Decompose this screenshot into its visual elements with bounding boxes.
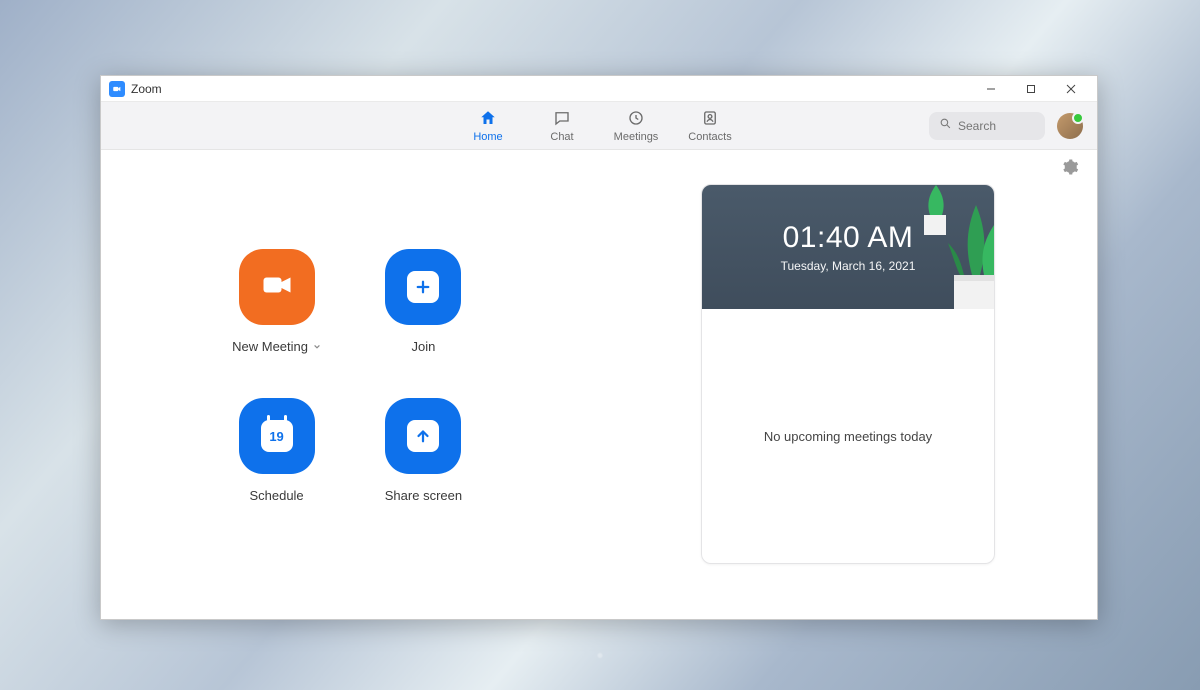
titlebar: Zoom bbox=[101, 76, 1097, 102]
app-window: Zoom Home Chat bbox=[100, 75, 1098, 620]
window-title: Zoom bbox=[131, 82, 162, 96]
clock-icon bbox=[627, 109, 645, 130]
home-icon bbox=[479, 109, 497, 130]
search-icon bbox=[939, 117, 952, 135]
contacts-icon bbox=[701, 109, 719, 130]
join-item: Join bbox=[379, 249, 468, 354]
tab-label: Meetings bbox=[614, 131, 659, 143]
share-screen-button[interactable] bbox=[385, 398, 461, 474]
schedule-button[interactable]: 19 bbox=[239, 398, 315, 474]
zoom-app-icon bbox=[109, 81, 125, 97]
upload-arrow-icon bbox=[407, 420, 439, 452]
clock-hero: 01:40 AM Tuesday, March 16, 2021 bbox=[702, 185, 994, 309]
new-meeting-button[interactable] bbox=[239, 249, 315, 325]
info-panel: 01:40 AM Tuesday, March 16, 2021 bbox=[599, 184, 1097, 599]
plant-decoration-icon bbox=[924, 185, 994, 309]
chevron-down-icon bbox=[313, 339, 321, 354]
new-meeting-item: New Meeting bbox=[232, 249, 321, 354]
video-icon bbox=[259, 267, 295, 308]
tab-label: Contacts bbox=[688, 131, 731, 143]
upcoming-meetings-empty: No upcoming meetings today bbox=[702, 309, 994, 563]
join-button[interactable] bbox=[385, 249, 461, 325]
tab-label: Chat bbox=[550, 131, 573, 143]
share-screen-label: Share screen bbox=[385, 488, 462, 503]
new-meeting-label[interactable]: New Meeting bbox=[232, 339, 321, 354]
close-button[interactable] bbox=[1051, 76, 1091, 102]
schedule-item: 19 Schedule bbox=[232, 398, 321, 503]
plus-icon bbox=[407, 271, 439, 303]
calendar-icon: 19 bbox=[261, 420, 293, 452]
maximize-button[interactable] bbox=[1011, 76, 1051, 102]
actions-panel: New Meeting Join bbox=[101, 184, 599, 599]
schedule-label: Schedule bbox=[249, 488, 303, 503]
settings-icon[interactable] bbox=[1061, 158, 1079, 176]
minimize-button[interactable] bbox=[971, 76, 1011, 102]
current-time: 01:40 AM bbox=[783, 221, 914, 255]
chat-icon bbox=[553, 109, 571, 130]
subbar bbox=[101, 150, 1097, 184]
today-card: 01:40 AM Tuesday, March 16, 2021 bbox=[701, 184, 995, 564]
search-box[interactable] bbox=[929, 112, 1045, 140]
tab-label: Home bbox=[473, 131, 502, 143]
join-label: Join bbox=[412, 339, 436, 354]
current-date: Tuesday, March 16, 2021 bbox=[781, 259, 916, 273]
tab-meetings[interactable]: Meetings bbox=[612, 109, 660, 143]
profile-avatar[interactable] bbox=[1057, 113, 1083, 139]
share-screen-item: Share screen bbox=[379, 398, 468, 503]
search-input[interactable] bbox=[958, 119, 1035, 133]
main-content: New Meeting Join bbox=[101, 184, 1097, 619]
top-nav: Home Chat Meetings Contacts bbox=[101, 102, 1097, 150]
tab-chat[interactable]: Chat bbox=[538, 109, 586, 143]
tab-home[interactable]: Home bbox=[464, 109, 512, 143]
tab-contacts[interactable]: Contacts bbox=[686, 109, 734, 143]
